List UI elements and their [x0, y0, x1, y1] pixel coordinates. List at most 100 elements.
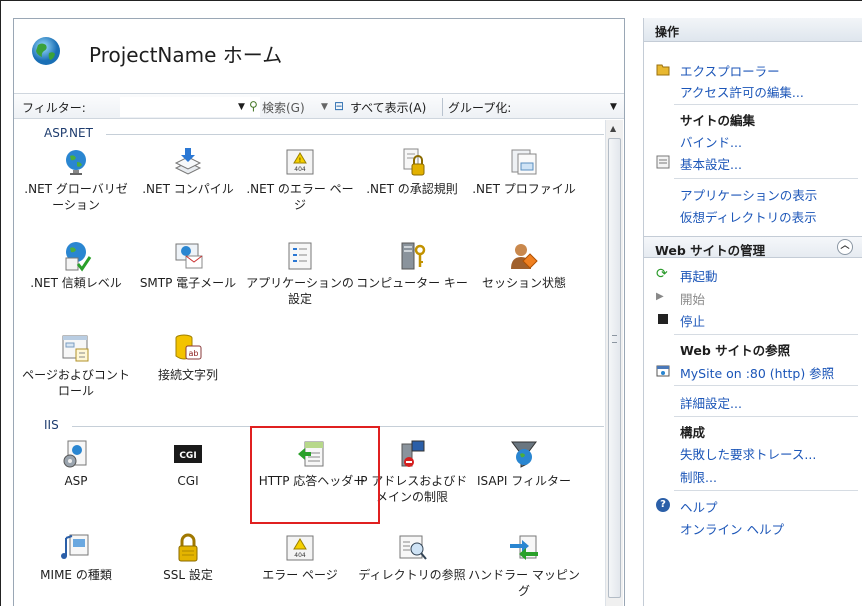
authorization-icon [403, 148, 425, 176]
features-scrollbar[interactable]: ▲ [605, 120, 623, 606]
feature-net-trust-level[interactable]: .NET 信頼レベル [20, 240, 132, 291]
feature-label: SSL 設定 [163, 568, 213, 582]
stop-icon [658, 314, 668, 324]
website-globe-icon [32, 37, 60, 65]
feature-label: .NET グローバリゼーション [24, 182, 128, 212]
feature-net-profile[interactable]: .NET プロファイル [468, 146, 580, 197]
connection-strings-icon: ab [175, 334, 202, 360]
action-limits[interactable]: 制限... [680, 467, 717, 486]
action-separator [674, 490, 858, 491]
feature-label: .NET の承認規則 [366, 182, 458, 196]
feature-cgi[interactable]: CGI CGI [132, 438, 244, 489]
action-view-virtual-directories[interactable]: 仮想ディレクトリの表示 [680, 207, 817, 226]
action-basic-settings[interactable]: 基本設定... [680, 154, 742, 173]
search-button[interactable]: 検索(G) [262, 99, 305, 116]
feature-mime-types[interactable]: MIME の種類 [20, 532, 132, 583]
action-separator [674, 178, 858, 179]
feature-isapi-filters[interactable]: ISAPI フィルター [468, 438, 580, 489]
feature-net-globalization[interactable]: .NET グローバリゼーション [20, 146, 132, 213]
action-view-applications[interactable]: アプリケーションの表示 [680, 185, 817, 204]
cgi-icon-text: CGI [179, 451, 196, 461]
filter-label: フィルター: [22, 101, 86, 115]
feature-label: ASP [64, 474, 88, 488]
search-dropdown-arrow-icon[interactable]: ▼ [321, 102, 328, 112]
app-settings-icon [288, 242, 312, 270]
action-explore[interactable]: エクスプローラー [680, 61, 780, 80]
machine-key-icon [401, 242, 426, 270]
feature-session-state[interactable]: セッション状態 [468, 240, 580, 291]
directory-browsing-icon [399, 535, 427, 560]
feature-label: ディレクトリの参照 [358, 568, 466, 582]
feature-machine-key[interactable]: コンピューター キー [356, 240, 468, 291]
scroll-thumb[interactable] [608, 138, 621, 598]
feature-label: .NET のエラー ページ [246, 182, 354, 212]
padlock-icon [178, 533, 198, 562]
help-icon: ? [656, 498, 670, 512]
action-advanced-settings[interactable]: 詳細設定... [680, 393, 742, 412]
group-by-label[interactable]: グループ化: [448, 99, 511, 116]
show-all-icon: ⊟ [334, 99, 345, 113]
error-page-icon: 404 [286, 535, 314, 561]
toolbar-separator [442, 98, 443, 116]
isapi-filter-icon [511, 441, 537, 468]
folder-icon [656, 64, 670, 76]
collapse-chevron-up-icon[interactable]: ︿ [837, 239, 853, 255]
manage-website-header-label: Web サイトの管理 [655, 243, 766, 258]
action-separator [674, 104, 858, 105]
restart-icon: ⟳ [656, 266, 668, 282]
profile-icon [511, 149, 537, 175]
feature-asp[interactable]: ASP [20, 438, 132, 489]
feature-net-error-pages[interactable]: ! 404 .NET のエラー ページ [244, 146, 356, 213]
feature-ssl-settings[interactable]: SSL 設定 [132, 532, 244, 583]
cgi-icon: CGI [174, 445, 202, 463]
action-failed-request-tracing[interactable]: 失敗した要求トレース... [680, 444, 816, 463]
feature-smtp-email[interactable]: SMTP 電子メール [132, 240, 244, 291]
feature-label: .NET 信頼レベル [30, 276, 122, 290]
action-online-help[interactable]: オンライン ヘルプ [680, 519, 784, 538]
actions-pane-title: 操作 [644, 18, 862, 42]
smtp-email-icon [175, 243, 203, 269]
features-list: ASP.NET .NET グローバリゼーション .NET コンパイル ! 404 … [14, 120, 604, 606]
action-stop[interactable]: 停止 [680, 311, 705, 330]
page-title: ProjectName ホーム [89, 43, 283, 67]
trust-level-icon [65, 242, 92, 272]
feature-app-settings[interactable]: アプリケーションの設定 [244, 240, 356, 307]
action-restart[interactable]: 再起動 [680, 266, 718, 285]
feature-label: セッション状態 [481, 276, 566, 290]
feature-net-compilation[interactable]: .NET コンパイル [132, 146, 244, 197]
ip-restrictions-icon [401, 440, 425, 467]
feature-error-pages[interactable]: 404 エラー ページ [244, 532, 356, 583]
feature-pages-controls[interactable]: ページおよびコントロール [20, 332, 132, 399]
feature-net-authorization[interactable]: .NET の承認規則 [356, 146, 468, 197]
action-help[interactable]: ヘルプ [680, 497, 718, 516]
group-divider [106, 134, 604, 135]
feature-label: コンピューター キー [356, 276, 468, 290]
feature-handler-mappings[interactable]: ハンドラー マッピング [468, 532, 580, 599]
show-all-button[interactable]: すべて表示(A) [350, 99, 426, 116]
action-separator [674, 334, 858, 335]
browse-window-icon [656, 365, 670, 377]
feature-label: CGI [177, 474, 199, 488]
feature-directory-browsing[interactable]: ディレクトリの参照 [356, 532, 468, 583]
manage-website-section-header[interactable]: Web サイトの管理 ︿ [644, 236, 862, 258]
mime-types-icon [61, 534, 89, 559]
handler-mappings-icon [510, 535, 538, 560]
globe-icon [66, 150, 86, 175]
feature-label: SMTP 電子メール [139, 276, 237, 290]
feature-connection-strings[interactable]: ab 接続文字列 [132, 332, 244, 383]
feature-label: アプリケーションの設定 [246, 276, 354, 306]
error-code-text: 404 [294, 166, 306, 173]
basic-settings-icon [656, 155, 670, 169]
feature-label: MIME の種類 [40, 568, 112, 582]
scroll-grip [612, 335, 617, 343]
feature-label: ハンドラー マッピング [468, 568, 580, 598]
action-browse-site[interactable]: MySite on :80 (http) 参照 [680, 363, 834, 382]
filter-dropdown-arrow-icon[interactable]: ▼ [238, 102, 245, 112]
group-by-dropdown-icon[interactable]: ▼ [610, 102, 617, 112]
action-edit-permissions[interactable]: アクセス許可の編集... [680, 82, 804, 101]
action-bindings[interactable]: バインド... [680, 132, 742, 151]
scroll-up-arrow-icon[interactable]: ▲ [610, 124, 616, 133]
feature-label: ページおよびコントロール [22, 368, 130, 398]
page-header: ProjectName ホーム [14, 19, 624, 83]
iis-manager-window: ProjectName ホーム フィルター: ▼ ⚲ 検索(G) ▼ ⊟ すべて… [0, 0, 862, 606]
